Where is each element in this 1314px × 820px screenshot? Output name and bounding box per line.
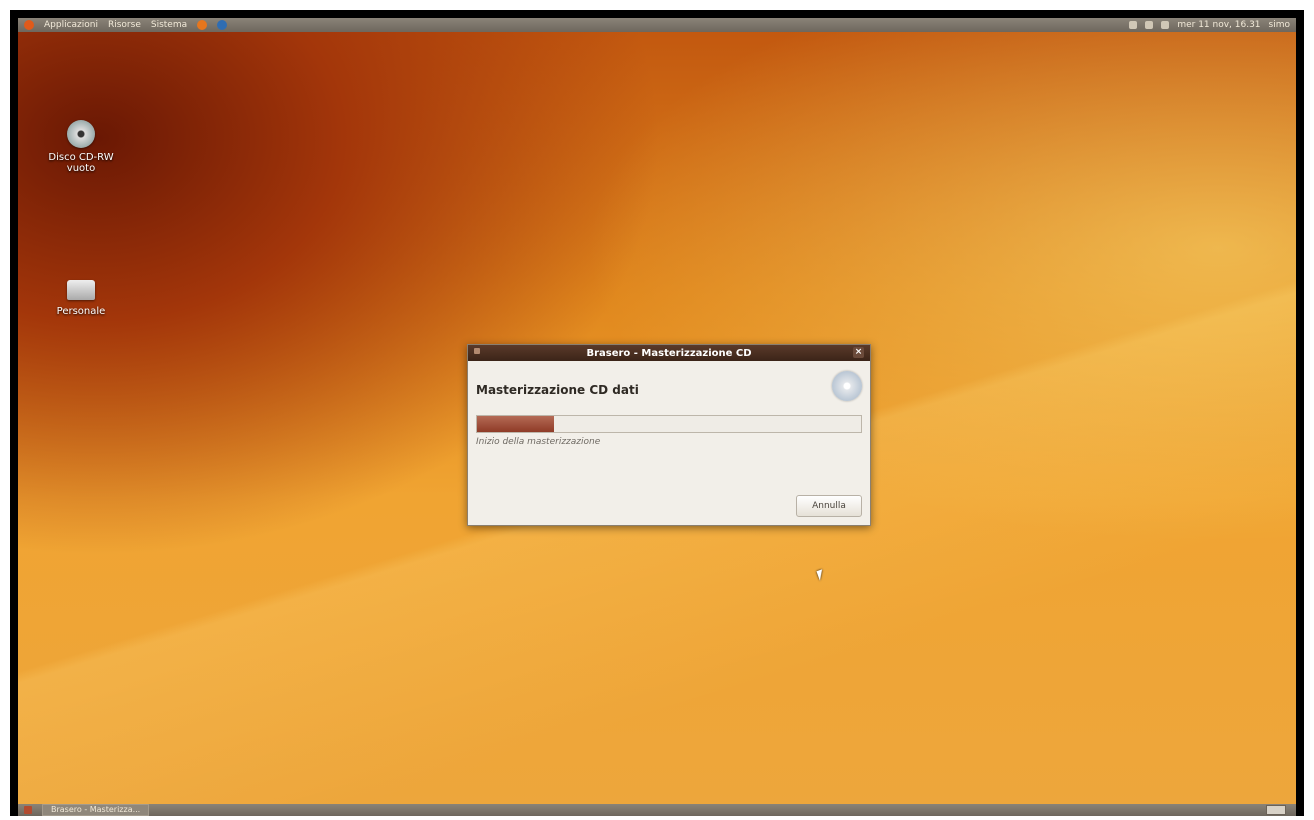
top-panel: Applicazioni Risorse Sistema mer 11 nov,…: [18, 18, 1296, 32]
desktop-icon-label: Personale: [56, 306, 106, 317]
photo-frame: Applicazioni Risorse Sistema mer 11 nov,…: [10, 10, 1304, 816]
window-menu-icon[interactable]: [474, 348, 480, 354]
dialog-title: Brasero - Masterizzazione CD: [586, 347, 752, 359]
cancel-button[interactable]: Annulla: [796, 495, 862, 517]
menu-sistema[interactable]: Sistema: [151, 20, 187, 30]
home-folder-icon: [67, 280, 95, 300]
mouse-pointer-icon: [816, 569, 826, 581]
close-button[interactable]: ×: [853, 347, 864, 358]
network-icon[interactable]: [1129, 21, 1138, 29]
taskbar-item-brasero[interactable]: Brasero - Masterizza...: [42, 804, 150, 816]
volume-icon[interactable]: [1145, 21, 1154, 29]
show-desktop-icon[interactable]: [24, 806, 32, 814]
desktop-icon-personale[interactable]: Personale: [36, 280, 126, 317]
dialog-titlebar[interactable]: Brasero - Masterizzazione CD ×: [468, 345, 870, 361]
workspace-switcher[interactable]: [1266, 805, 1286, 815]
firefox-launcher-icon[interactable]: [197, 20, 208, 30]
desktop-icon-cdrw[interactable]: Disco CD-RW vuoto: [36, 120, 126, 174]
bottom-panel: Brasero - Masterizza...: [18, 804, 1296, 816]
progress-fill: [477, 416, 554, 432]
top-panel-menu: Applicazioni Risorse Sistema: [18, 20, 228, 30]
bluetooth-icon[interactable]: [1161, 21, 1170, 29]
system-tray: mer 11 nov, 16.31 simo: [1129, 20, 1296, 30]
desktop-icon-label: Disco CD-RW vuoto: [48, 152, 114, 174]
desktop-screen: Applicazioni Risorse Sistema mer 11 nov,…: [18, 18, 1296, 816]
menu-risorse[interactable]: Risorse: [108, 20, 141, 30]
dialog-heading: Masterizzazione CD dati: [476, 383, 639, 397]
clock[interactable]: mer 11 nov, 16.31: [1177, 20, 1260, 30]
help-launcher-icon[interactable]: [217, 20, 228, 30]
burn-dialog: Brasero - Masterizzazione CD × Masterizz…: [467, 344, 871, 526]
menu-applicazioni[interactable]: Applicazioni: [44, 20, 98, 30]
user-switcher[interactable]: simo: [1269, 20, 1290, 30]
status-text: Inizio della masterizzazione: [476, 437, 601, 447]
ubuntu-logo-icon[interactable]: [24, 20, 34, 30]
cd-disc-icon: [67, 120, 95, 148]
disc-burn-icon: [832, 371, 862, 401]
burn-progress-bar: [476, 415, 862, 433]
